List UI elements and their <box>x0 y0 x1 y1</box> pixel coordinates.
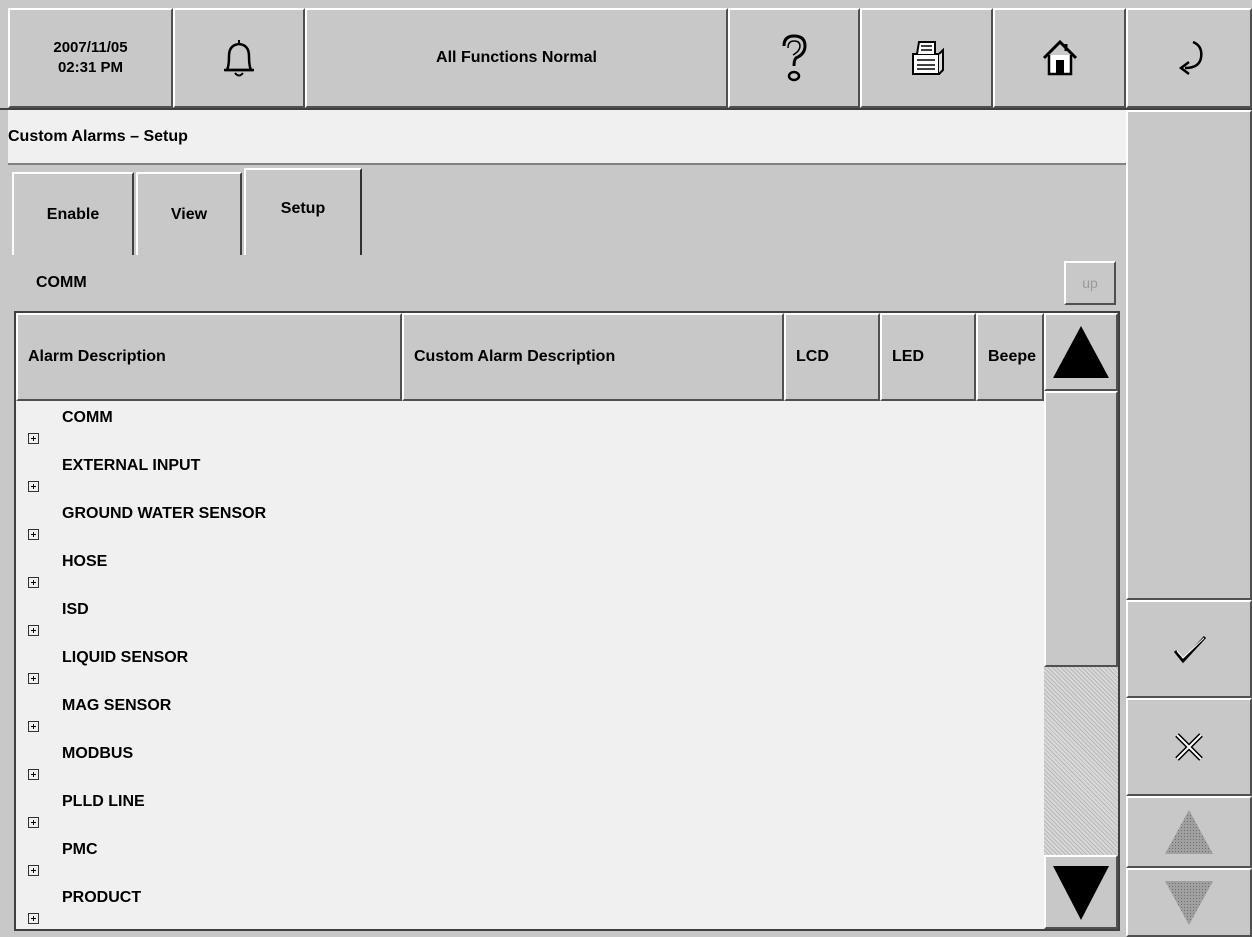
list-item[interactable]: PLLD LINE <box>16 787 1042 835</box>
list-item[interactable]: MAG SENSOR <box>16 691 1042 739</box>
column-header-lcd[interactable]: LCD <box>784 313 880 401</box>
page-down-button[interactable] <box>1126 868 1252 937</box>
alarm-category-label: EXTERNAL INPUT <box>62 457 201 474</box>
list-item[interactable]: COMM <box>16 403 1042 451</box>
list-item[interactable]: MODBUS <box>16 739 1042 787</box>
alarm-category-label: GROUND WATER SENSOR <box>62 505 267 522</box>
tab-label: View <box>170 205 208 223</box>
alarm-category-label: HOSE <box>62 553 108 570</box>
expand-icon[interactable] <box>28 433 39 444</box>
column-header-label: Alarm Description <box>28 348 166 365</box>
alarm-category-label: PLLD LINE <box>62 793 145 810</box>
scroll-up-button[interactable] <box>1044 313 1118 391</box>
up-button[interactable]: up <box>1064 261 1116 305</box>
expand-icon[interactable] <box>28 673 39 684</box>
alarm-category-label: ISD <box>62 601 89 618</box>
expand-icon[interactable] <box>28 529 39 540</box>
column-header-label: LCD <box>796 348 829 365</box>
date-time-display: 2007/11/05 02:31 PM <box>8 8 173 108</box>
expand-icon[interactable] <box>28 769 39 780</box>
alarm-category-label: PMC <box>62 841 98 858</box>
home-button[interactable] <box>993 8 1126 108</box>
system-status-button[interactable]: All Functions Normal <box>305 8 728 108</box>
page-up-button[interactable] <box>1126 796 1252 868</box>
list-item[interactable]: HOSE <box>16 547 1042 595</box>
cancel-icon <box>1175 733 1203 761</box>
print-button[interactable] <box>860 8 993 108</box>
alarm-category-label: MODBUS <box>62 745 134 762</box>
column-header-led[interactable]: LED <box>880 313 976 401</box>
scrollbar-track[interactable] <box>1044 667 1118 855</box>
up-button-label: up <box>1082 275 1098 291</box>
help-button[interactable] <box>728 8 860 108</box>
tab-setup[interactable]: Setup <box>244 168 362 256</box>
cancel-button[interactable] <box>1126 698 1252 796</box>
scrollbar-thumb[interactable] <box>1044 391 1118 667</box>
arrow-down-icon <box>1053 866 1109 920</box>
tab-label: Enable <box>46 205 100 223</box>
page-down-icon <box>1165 880 1213 925</box>
group-label: COMM <box>36 274 87 291</box>
side-panel-blank <box>1126 110 1252 600</box>
list-item[interactable]: PMC <box>16 835 1042 883</box>
top-status-bar: 2007/11/05 02:31 PM All Functions Normal <box>0 0 1252 110</box>
group-header: COMM up <box>10 255 1124 311</box>
expand-icon[interactable] <box>28 481 39 492</box>
time-label: 02:31 PM <box>57 59 124 76</box>
page-title: Custom Alarms – Setup <box>8 127 188 145</box>
expand-icon[interactable] <box>28 817 39 828</box>
column-header-label: LED <box>892 348 924 365</box>
alarm-category-label: MAG SENSOR <box>62 697 172 714</box>
expand-icon[interactable] <box>28 625 39 636</box>
back-button[interactable] <box>1126 8 1252 108</box>
alarm-category-label: PRODUCT <box>62 889 142 906</box>
alarm-category-label: COMM <box>62 409 113 426</box>
expand-icon[interactable] <box>28 865 39 876</box>
checkmark-icon <box>1173 635 1207 664</box>
expand-icon[interactable] <box>28 577 39 588</box>
tab-label: Setup <box>280 200 326 217</box>
column-header-label: Custom Alarm Description <box>414 348 616 365</box>
page-title-bar: Custom Alarms – Setup <box>8 110 1126 165</box>
help-icon <box>782 34 807 82</box>
alarm-category-label: LIQUID SENSOR <box>62 649 189 666</box>
scroll-down-button[interactable] <box>1044 855 1118 929</box>
column-header-alarm-description[interactable]: Alarm Description <box>16 313 402 401</box>
printer-icon <box>911 41 944 75</box>
back-icon <box>1178 40 1203 75</box>
list-item[interactable]: GROUND WATER SENSOR <box>16 499 1042 547</box>
page-up-icon <box>1165 810 1213 854</box>
expand-icon[interactable] <box>28 913 39 924</box>
list-item[interactable]: LIQUID SENSOR <box>16 643 1042 691</box>
arrow-up-icon <box>1053 326 1109 378</box>
system-status-text: All Functions Normal <box>436 49 597 66</box>
accept-button[interactable] <box>1126 600 1252 698</box>
alarm-bell-button[interactable] <box>173 8 305 108</box>
expand-icon[interactable] <box>28 721 39 732</box>
column-header-label: Beepe <box>988 348 1037 365</box>
list-item[interactable]: ISD <box>16 595 1042 643</box>
tab-enable[interactable]: Enable <box>12 172 134 255</box>
alarm-list: COMM EXTERNAL INPUT GROUND WATER SENSOR … <box>16 403 1042 929</box>
alarm-table: Alarm Description Custom Alarm Descripti… <box>14 311 1120 931</box>
column-header-custom-alarm-description[interactable]: Custom Alarm Description <box>402 313 784 401</box>
bell-icon <box>224 40 254 77</box>
date-label: 2007/11/05 <box>53 39 128 56</box>
list-item[interactable]: PRODUCT <box>16 883 1042 929</box>
home-icon <box>1042 39 1077 76</box>
tab-view[interactable]: View <box>136 172 242 255</box>
column-header-beeper[interactable]: Beepe <box>976 313 1044 401</box>
list-item[interactable]: EXTERNAL INPUT <box>16 451 1042 499</box>
